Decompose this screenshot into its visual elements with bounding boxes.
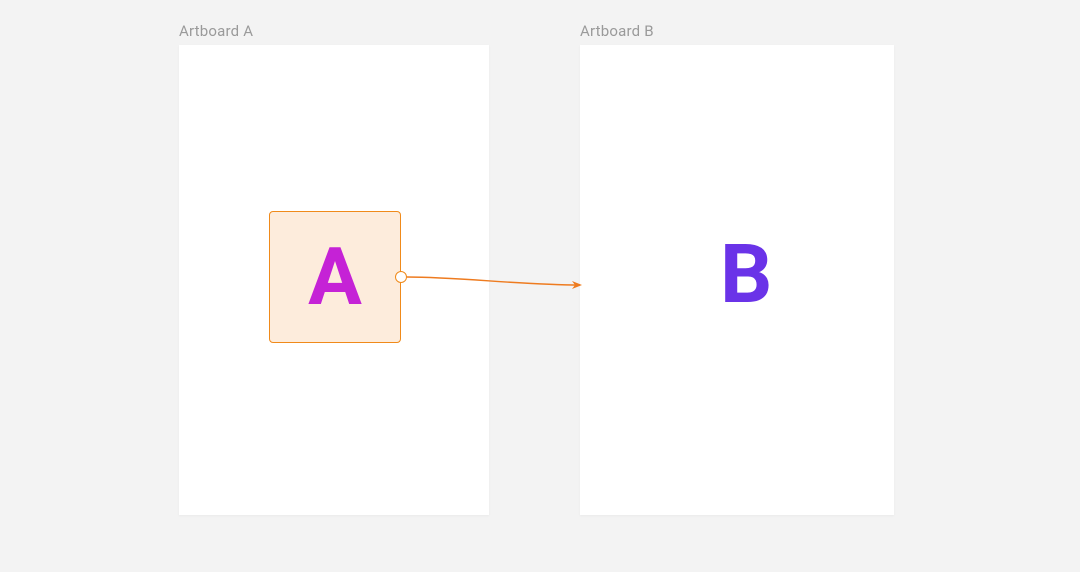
element-letter-b: B — [720, 234, 772, 316]
design-canvas[interactable]: Artboard A Artboard B A B — [0, 0, 1080, 572]
connector-handle[interactable] — [395, 271, 407, 283]
artboard-b-label[interactable]: Artboard B — [580, 22, 654, 40]
prototype-connector — [0, 0, 1080, 572]
selected-element[interactable]: A — [269, 211, 401, 343]
element-letter-a: A — [308, 237, 362, 317]
artboard-a-label[interactable]: Artboard A — [179, 22, 253, 40]
